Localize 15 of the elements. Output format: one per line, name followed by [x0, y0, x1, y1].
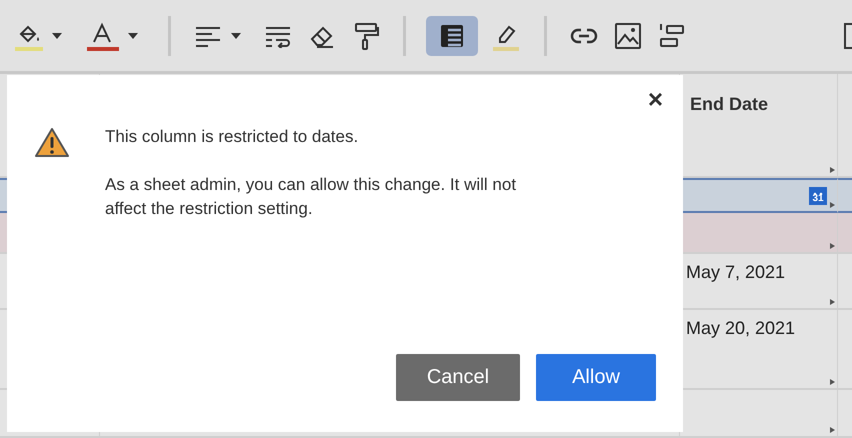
- table-cell: [838, 213, 852, 254]
- caret-icon[interactable]: [128, 32, 138, 38]
- caret-icon[interactable]: [231, 32, 241, 38]
- allow-button[interactable]: Allow: [536, 354, 656, 401]
- dialog-message: This column is restricted to dates.: [105, 126, 360, 148]
- warning-icon: [34, 127, 70, 159]
- table-cell: May 7, 2021: [680, 254, 838, 310]
- panel-icon[interactable]: [844, 22, 852, 48]
- dialog-detail: As a sheet admin, you can allow this change. It will not affect the restriction setting.: [105, 174, 518, 220]
- table-view-button[interactable]: [426, 16, 478, 56]
- column-header: End Date: [680, 74, 838, 178]
- caret-icon[interactable]: [52, 32, 62, 38]
- table-cell: May 20, 2021: [680, 310, 838, 390]
- cancel-button[interactable]: Cancel: [396, 354, 520, 401]
- close-button[interactable]: ×: [644, 85, 667, 113]
